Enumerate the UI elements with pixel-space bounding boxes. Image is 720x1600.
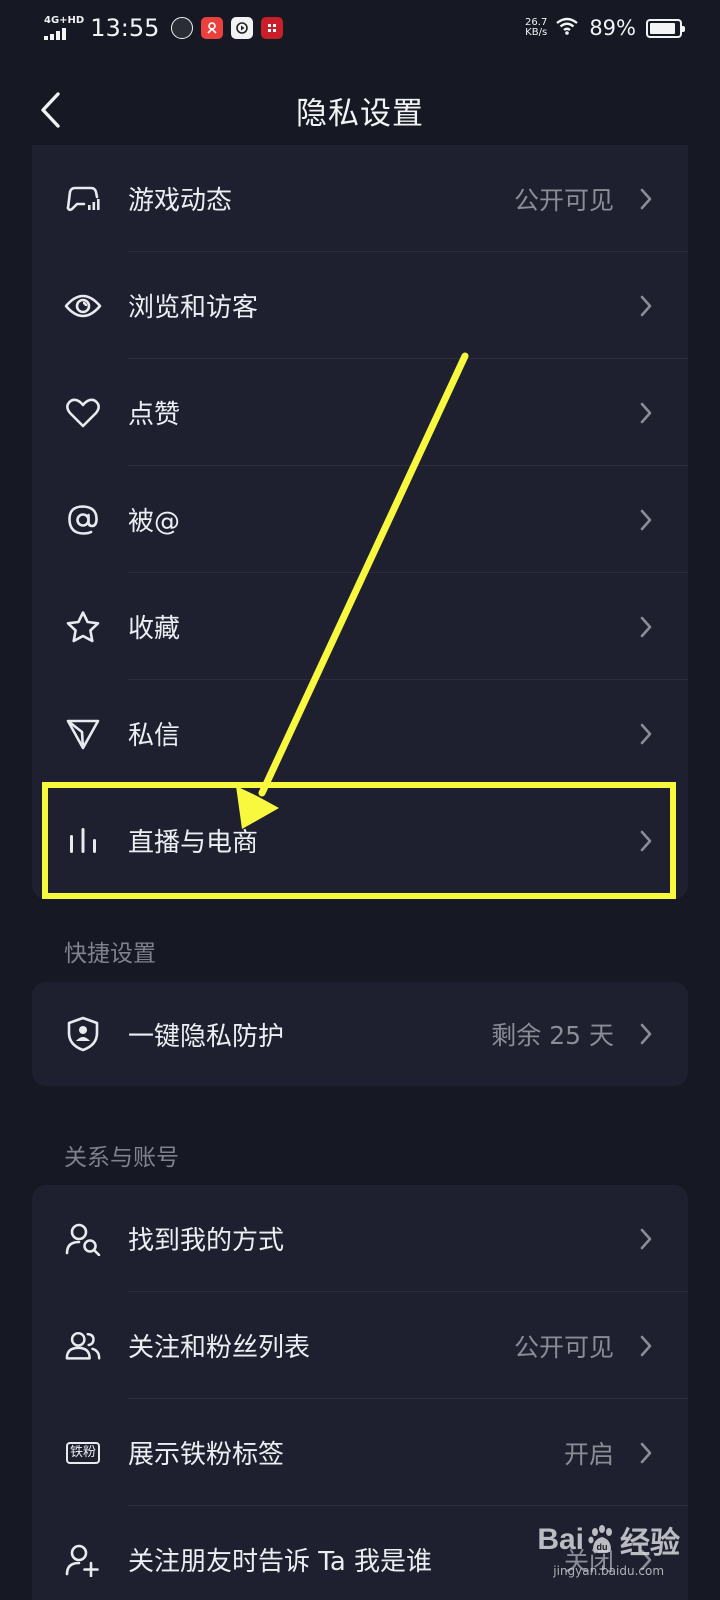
chevron-right-icon (638, 293, 654, 319)
chevron-right-icon (638, 186, 654, 212)
row-label: 私信 (128, 721, 181, 751)
app-notification-icon (201, 17, 224, 39)
status-bar: 4G+HD 13:55 26.7 KB/s 89% (0, 0, 720, 56)
row-label: 关注朋友时告诉 Ta 我是谁 (128, 1547, 433, 1577)
cellular-signal-icon: 4G+HD (44, 16, 84, 40)
row-one-tap-privacy[interactable]: 一键隐私防护 剩余 25 天 (32, 982, 688, 1086)
shield-user-icon (64, 1015, 102, 1053)
section-title-relations: 关系与账号 (64, 1145, 179, 1171)
row-label: 点赞 (128, 400, 181, 430)
row-label: 一键隐私防护 (128, 1021, 285, 1052)
battery-icon (646, 18, 685, 38)
row-label: 被@ (128, 507, 181, 537)
chevron-right-icon (638, 1440, 654, 1466)
page-title: 隐私设置 (296, 96, 424, 132)
row-follow-fans-list[interactable]: 关注和粉丝列表 公开可见 (32, 1292, 688, 1399)
app-notification-icon (231, 17, 254, 39)
status-time: 13:55 (90, 14, 160, 42)
row-value: 公开可见 (513, 1332, 614, 1362)
chevron-right-icon (638, 614, 654, 640)
baidu-jingyan-watermark: Bai du 经验 jingyan.baidu.com (537, 1523, 680, 1578)
row-label: 游戏动态 (128, 186, 233, 216)
chevron-right-icon (638, 828, 654, 854)
row-label: 找到我的方式 (128, 1226, 285, 1256)
row-direct-messages[interactable]: 私信 (32, 680, 688, 787)
network-type: 4G+HD (44, 15, 85, 26)
row-label: 直播与电商 (128, 828, 259, 858)
row-favorites[interactable]: 收藏 (32, 573, 688, 680)
app-notification-icon (261, 17, 284, 39)
chevron-right-icon (638, 400, 654, 426)
privacy-items-card: 游戏动态 公开可见 浏览和访客 点赞 被@ 收藏 私信 直播与电商 (32, 145, 688, 899)
row-fan-badge[interactable]: 铁粉 展示铁粉标签 开启 (32, 1399, 688, 1506)
chevron-right-icon (638, 1021, 654, 1047)
row-game-activity[interactable]: 游戏动态 公开可见 (32, 145, 688, 252)
game-icon (64, 180, 102, 218)
chevron-right-icon (638, 721, 654, 747)
section-title-quick-settings: 快捷设置 (64, 941, 156, 967)
row-label: 展示铁粉标签 (128, 1440, 285, 1470)
row-live-commerce[interactable]: 直播与电商 (32, 787, 688, 894)
row-value: 公开可见 (513, 185, 614, 215)
fan-badge-icon: 铁粉 (64, 1434, 102, 1472)
app-notification-icon (171, 17, 194, 39)
row-label: 收藏 (128, 614, 181, 644)
heart-icon (64, 394, 102, 432)
eye-icon (64, 287, 102, 325)
battery-percent: 89% (589, 16, 636, 40)
row-find-me[interactable]: 找到我的方式 (32, 1185, 688, 1292)
wifi-icon (555, 16, 579, 41)
row-label: 浏览和访客 (128, 293, 259, 323)
header: 隐私设置 (0, 70, 720, 150)
quick-settings-card: 一键隐私防护 剩余 25 天 (32, 982, 688, 1086)
row-label: 关注和粉丝列表 (128, 1333, 311, 1363)
row-browse-visitors[interactable]: 浏览和访客 (32, 252, 688, 359)
live-bars-icon (64, 822, 102, 860)
users-icon (64, 1327, 102, 1365)
star-icon (64, 608, 102, 646)
at-icon (64, 501, 102, 539)
network-speed: 26.7 KB/s (525, 17, 548, 38)
chevron-right-icon (638, 1333, 654, 1359)
chevron-right-icon (638, 507, 654, 533)
row-value: 剩余 25 天 (491, 1021, 614, 1050)
row-mentions[interactable]: 被@ (32, 466, 688, 573)
send-icon (64, 715, 102, 753)
user-search-icon (64, 1220, 102, 1258)
chevron-right-icon (638, 1226, 654, 1252)
row-value: 开启 (563, 1439, 614, 1469)
row-likes[interactable]: 点赞 (32, 359, 688, 466)
svg-text:du: du (597, 1542, 608, 1552)
user-add-icon (64, 1541, 102, 1579)
paw-icon: du (588, 1525, 612, 1554)
